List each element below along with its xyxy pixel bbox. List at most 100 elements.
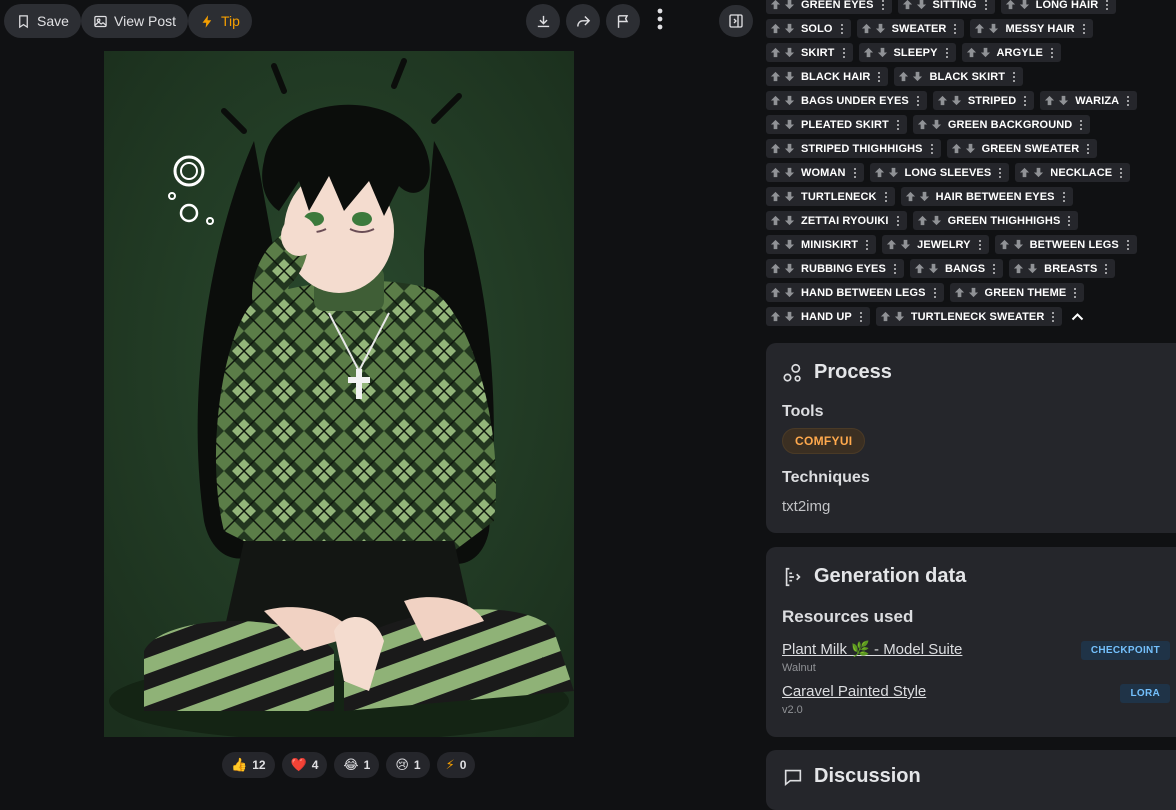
- tag-menu-icon[interactable]: [999, 167, 1003, 178]
- tag-label[interactable]: LONG SLEEVES: [905, 167, 992, 179]
- tag-menu-icon[interactable]: [884, 191, 889, 202]
- vote-down-icon[interactable]: [1019, 0, 1030, 10]
- tag-menu-icon[interactable]: [859, 311, 864, 322]
- tag-menu-icon[interactable]: [1106, 0, 1110, 10]
- vote-up-icon[interactable]: [863, 47, 874, 58]
- tool-badge[interactable]: COMFYUI: [782, 428, 866, 454]
- vote-up-icon[interactable]: [1005, 0, 1016, 10]
- tag[interactable]: STRIPED THIGHHIGHS: [766, 139, 941, 158]
- more-options-button[interactable]: [651, 6, 669, 32]
- tag[interactable]: GREEN EYES: [766, 0, 892, 14]
- vote-up-icon[interactable]: [874, 167, 885, 178]
- tag-menu-icon[interactable]: [1050, 47, 1055, 58]
- tag-label[interactable]: SITTING: [933, 0, 977, 11]
- vote-down-icon[interactable]: [784, 215, 795, 226]
- tag[interactable]: HAIR BETWEEN EYES: [900, 187, 1073, 206]
- tag-label[interactable]: BLACK HAIR: [801, 71, 870, 83]
- tag-label[interactable]: GREEN THIGHHIGHS: [948, 215, 1061, 227]
- tag[interactable]: SLEEPY: [858, 43, 956, 62]
- tag-menu-icon[interactable]: [933, 287, 938, 298]
- vote-up-icon[interactable]: [886, 239, 897, 250]
- vote-down-icon[interactable]: [784, 71, 795, 82]
- vote-down-icon[interactable]: [875, 23, 886, 34]
- tag-label[interactable]: BANGS: [945, 263, 985, 275]
- vote-up-icon[interactable]: [770, 263, 781, 274]
- vote-down-icon[interactable]: [784, 239, 795, 250]
- tag-menu-icon[interactable]: [1087, 143, 1091, 154]
- tag-menu-icon[interactable]: [881, 0, 886, 10]
- vote-up-icon[interactable]: [770, 191, 781, 202]
- collapse-tags-button[interactable]: [1068, 307, 1086, 326]
- tag-menu-icon[interactable]: [893, 263, 898, 274]
- tag[interactable]: HAND UP: [766, 307, 870, 326]
- tag[interactable]: PLEATED SKIRT: [766, 115, 907, 134]
- vote-down-icon[interactable]: [928, 263, 939, 274]
- reaction-heart[interactable]: ❤️ 4: [281, 752, 328, 778]
- tag-label[interactable]: GREEN SWEATER: [982, 143, 1080, 155]
- tag[interactable]: BLACK SKIRT: [894, 67, 1024, 86]
- tag[interactable]: BETWEEN LEGS: [994, 235, 1137, 254]
- tag-label[interactable]: SOLO: [801, 23, 833, 35]
- tag-label[interactable]: NECKLACE: [1050, 167, 1112, 179]
- tag-menu-icon[interactable]: [1013, 71, 1017, 82]
- tag-menu-icon[interactable]: [978, 239, 983, 250]
- vote-down-icon[interactable]: [980, 47, 991, 58]
- vote-down-icon[interactable]: [784, 47, 795, 58]
- vote-up-icon[interactable]: [770, 119, 781, 130]
- tag-label[interactable]: ARGYLE: [997, 47, 1043, 59]
- tag[interactable]: GREEN THEME: [949, 283, 1085, 302]
- tag-label[interactable]: STRIPED: [968, 95, 1016, 107]
- tag-label[interactable]: GREEN THEME: [985, 287, 1067, 299]
- tag-menu-icon[interactable]: [853, 167, 858, 178]
- vote-up-icon[interactable]: [905, 191, 916, 202]
- tag-label[interactable]: ZETTAI RYOUIKI: [801, 215, 889, 227]
- tag-label[interactable]: BETWEEN LEGS: [1030, 239, 1119, 251]
- vote-up-icon[interactable]: [861, 23, 872, 34]
- vote-down-icon[interactable]: [912, 71, 923, 82]
- tag[interactable]: MESSY HAIR: [970, 19, 1093, 38]
- vote-up-icon[interactable]: [999, 239, 1010, 250]
- vote-up-icon[interactable]: [917, 119, 928, 130]
- tag-menu-icon[interactable]: [1024, 95, 1028, 106]
- tag-menu-icon[interactable]: [1062, 191, 1067, 202]
- vote-up-icon[interactable]: [951, 143, 962, 154]
- tag-menu-icon[interactable]: [866, 239, 870, 250]
- tag[interactable]: ZETTAI RYOUIKI: [766, 211, 907, 230]
- save-button[interactable]: Save: [4, 4, 81, 38]
- vote-up-icon[interactable]: [1019, 167, 1030, 178]
- vote-up-icon[interactable]: [880, 311, 891, 322]
- tag-menu-icon[interactable]: [1080, 119, 1084, 130]
- vote-down-icon[interactable]: [784, 287, 795, 298]
- vote-up-icon[interactable]: [966, 47, 977, 58]
- tag[interactable]: WARIZA: [1040, 91, 1138, 110]
- tag-menu-icon[interactable]: [842, 47, 847, 58]
- tag-label[interactable]: RUBBING EYES: [801, 263, 886, 275]
- share-button[interactable]: [566, 4, 600, 38]
- vote-up-icon[interactable]: [898, 71, 909, 82]
- tag-label[interactable]: SWEATER: [892, 23, 947, 35]
- tag-menu-icon[interactable]: [896, 215, 901, 226]
- vote-down-icon[interactable]: [1013, 239, 1024, 250]
- tag-label[interactable]: GREEN EYES: [801, 0, 874, 11]
- tag[interactable]: SOLO: [766, 19, 851, 38]
- tag-label[interactable]: TURTLENECK SWEATER: [911, 311, 1045, 323]
- view-post-button[interactable]: View Post: [81, 4, 188, 38]
- tag-menu-icon[interactable]: [930, 143, 935, 154]
- vote-down-icon[interactable]: [951, 95, 962, 106]
- tag-label[interactable]: LONG HAIR: [1036, 0, 1099, 11]
- tag[interactable]: SWEATER: [856, 19, 965, 38]
- tag-label[interactable]: HAND BETWEEN LEGS: [801, 287, 926, 299]
- vote-down-icon[interactable]: [784, 263, 795, 274]
- vote-up-icon[interactable]: [770, 311, 781, 322]
- tag[interactable]: BLACK HAIR: [766, 67, 889, 86]
- tag-menu-icon[interactable]: [1052, 311, 1056, 322]
- vote-up-icon[interactable]: [917, 215, 928, 226]
- tag-label[interactable]: MESSY HAIR: [1005, 23, 1074, 35]
- tag[interactable]: LONG SLEEVES: [869, 163, 1010, 182]
- tag-label[interactable]: WARIZA: [1075, 95, 1119, 107]
- resource-link[interactable]: Caravel Painted Style: [782, 683, 926, 700]
- tag[interactable]: GREEN THIGHHIGHS: [912, 211, 1079, 230]
- vote-up-icon[interactable]: [770, 71, 781, 82]
- vote-up-icon[interactable]: [770, 143, 781, 154]
- vote-down-icon[interactable]: [888, 167, 899, 178]
